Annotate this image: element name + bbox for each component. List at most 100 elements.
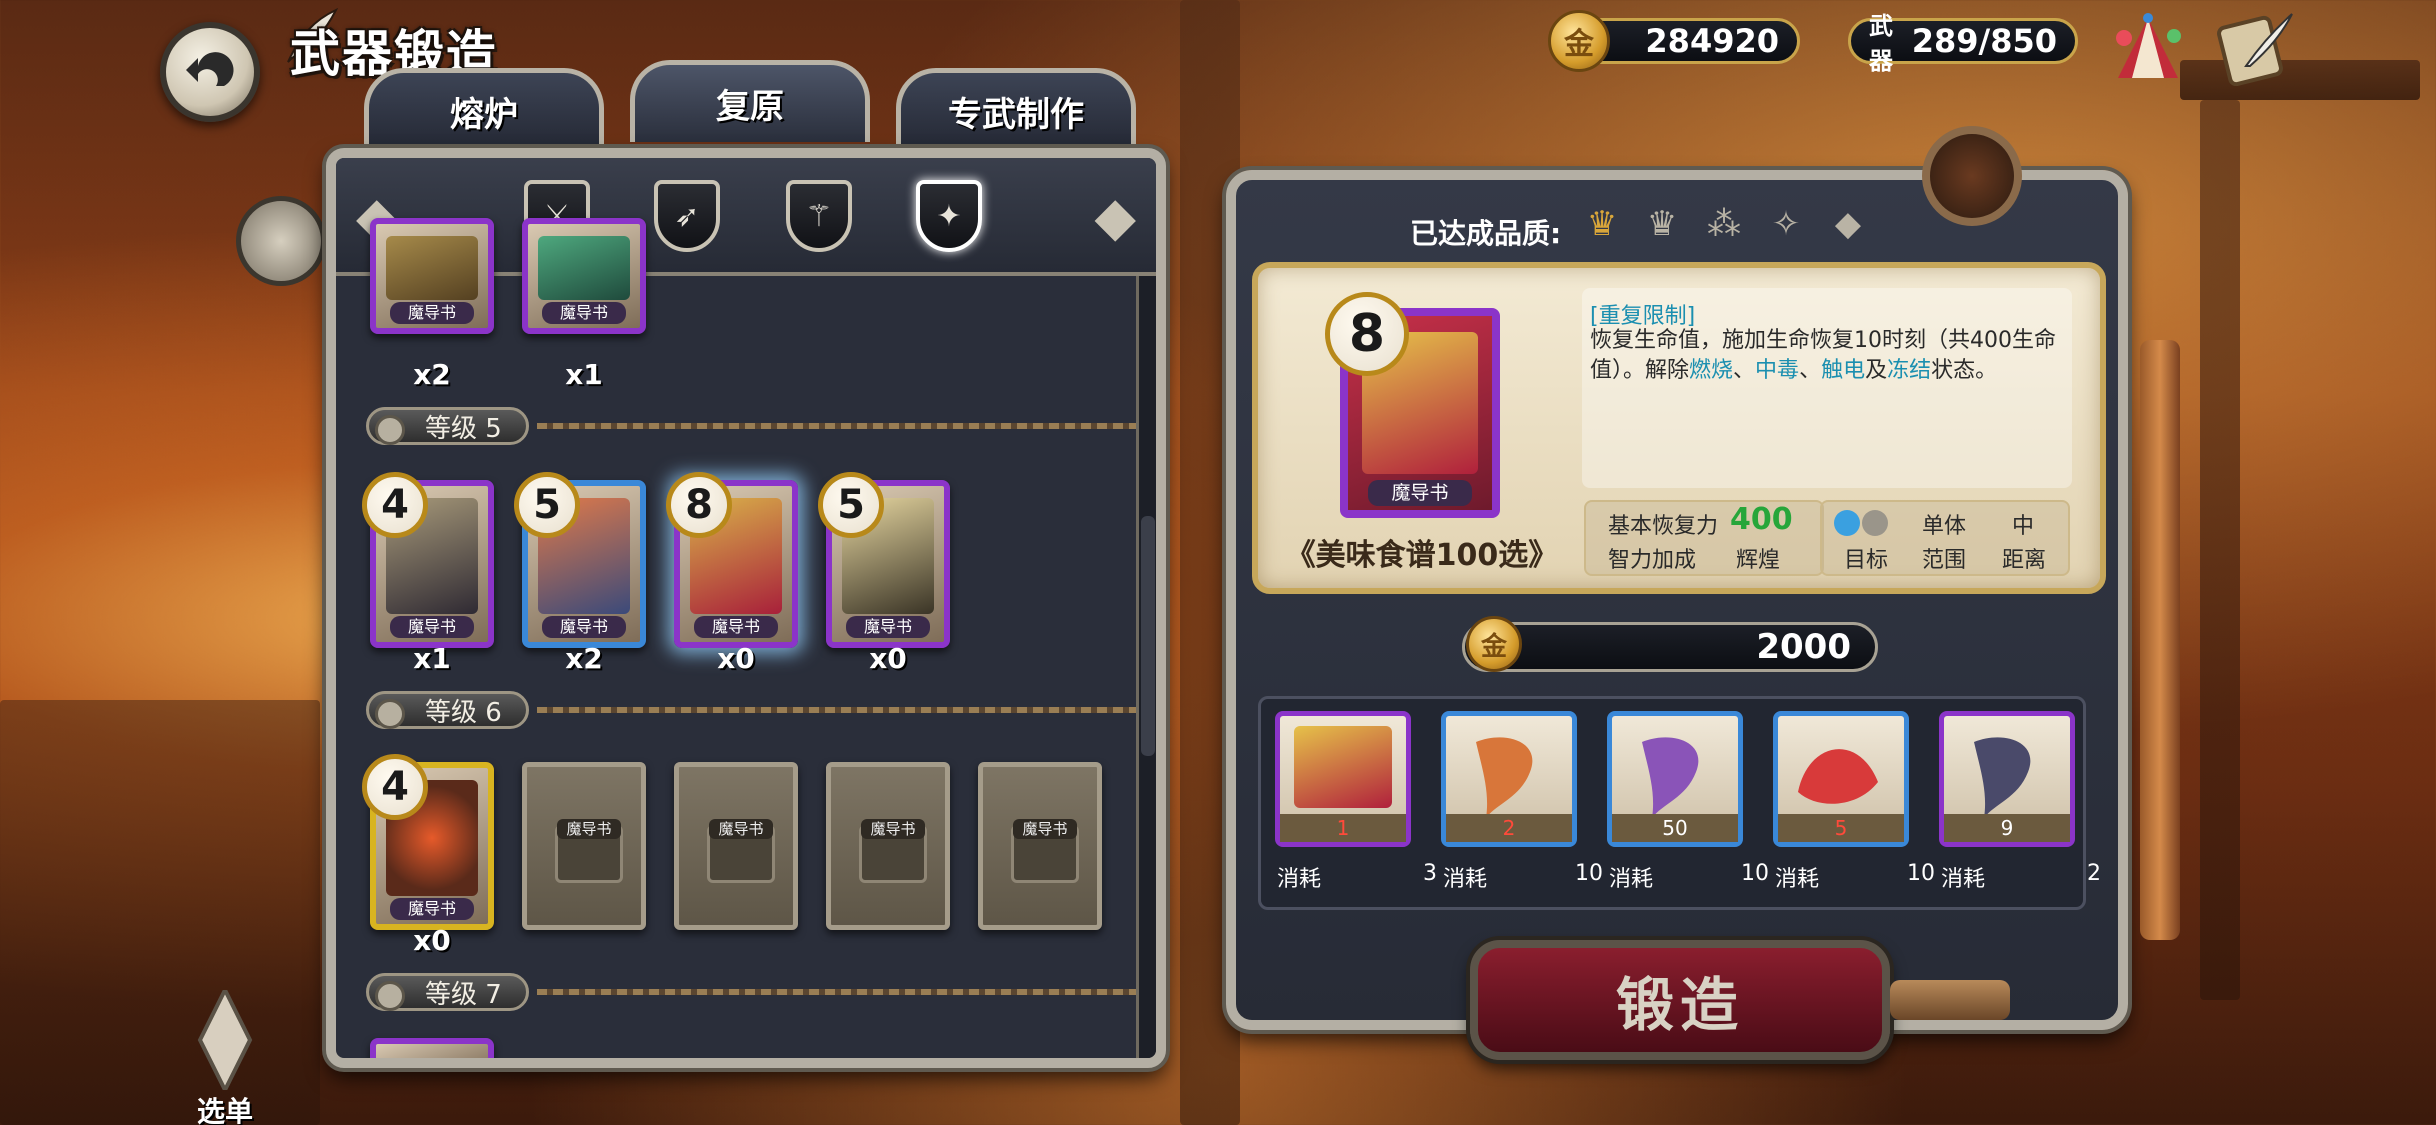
distance-label: 距离: [2002, 548, 2047, 573]
tab-label: 熔炉: [450, 95, 518, 135]
base-recovery-value: 400: [1730, 502, 1793, 537]
locked-card-slot[interactable]: 魔导书: [674, 762, 798, 930]
cost-need: 10: [1575, 861, 1603, 886]
selected-level-badge: 8: [1325, 292, 1409, 376]
filter-grimoire-icon[interactable]: ✦: [916, 180, 982, 252]
cost-label: 消耗: [1609, 867, 1654, 892]
copper-pipe: [1890, 980, 2010, 1020]
chain-divider: [536, 989, 1137, 995]
desc-text: 状态。: [1931, 358, 1998, 383]
grimoire-card[interactable]: 4 魔导书: [362, 472, 494, 648]
circus-tent-icon[interactable]: [2110, 8, 2186, 84]
filter-staff-icon[interactable]: ⚚: [786, 180, 852, 252]
cost-label: 消耗: [1941, 867, 1986, 892]
quality-triple-diamond-icon: ⁂: [1707, 204, 1741, 244]
filter-bow-icon[interactable]: ➶: [654, 180, 720, 252]
grimoire-card[interactable]: 4 魔导书: [362, 754, 494, 930]
weapon-label: 武器: [1869, 12, 1893, 75]
target-ally-icon: [1834, 510, 1860, 536]
list-scrollbar[interactable]: [1136, 276, 1156, 1058]
material-cost: 消耗 10: [1443, 861, 1603, 893]
card-tag: 魔导书: [709, 819, 773, 839]
card-count: x0: [717, 642, 755, 675]
recovery-stats: 基本恢复力 400 智力加成 辉煌: [1584, 500, 1824, 576]
locked-card-slot[interactable]: 魔导书: [978, 762, 1102, 930]
locked-card-slot[interactable]: 魔导书: [826, 762, 950, 930]
grimoire-card[interactable]: 5 魔导书: [818, 472, 950, 648]
quality-crown-silver-icon: ♛: [1646, 204, 1678, 244]
grimoire-card[interactable]: 5 魔导书: [514, 472, 646, 648]
grimoire-card[interactable]: 魔导书: [370, 218, 494, 334]
cost-label: 消耗: [1277, 867, 1322, 892]
card-tag: 魔导书: [694, 616, 778, 638]
quest-scroll-icon[interactable]: [2216, 6, 2296, 87]
level-label: 等级 6: [366, 691, 529, 729]
tab-exclusive-weapon[interactable]: 专武制作: [896, 68, 1136, 150]
cost-label: 消耗: [1443, 867, 1488, 892]
material-slot-feather-purple[interactable]: 50: [1607, 711, 1743, 847]
forge-button[interactable]: 锻造: [1470, 940, 1890, 1060]
forge-cost: 2000: [1462, 622, 1878, 672]
level-label: 等级 7: [366, 973, 529, 1011]
quality-double-diamond-icon: ✧: [1771, 204, 1801, 244]
target-label: 目标: [1844, 548, 1889, 573]
grimoire-card[interactable]: [370, 1038, 494, 1058]
material-slot-scale-red[interactable]: 5: [1773, 711, 1909, 847]
feather-icon: [1974, 737, 2031, 818]
level-badge: 5: [818, 472, 884, 538]
weapon-count: 289/850: [1911, 22, 2057, 60]
cost-need: 3: [1423, 861, 1437, 886]
back-arrow-icon: [186, 52, 234, 86]
material-slot-feather-red[interactable]: 2: [1441, 711, 1577, 847]
level-badge: 4: [362, 472, 428, 538]
card-tag: 魔导书: [390, 616, 474, 638]
grimoire-card-selected[interactable]: 8 魔导书: [666, 472, 798, 648]
quality-crown-gold-icon: ♛: [1586, 204, 1618, 244]
menu-button[interactable]: 选单: [150, 1090, 300, 1125]
int-bonus-label: 智力加成: [1608, 548, 1697, 573]
menu-ornament-icon: [170, 985, 280, 1095]
copper-pipe: [2140, 340, 2180, 940]
tab-restore[interactable]: 复原: [630, 60, 870, 142]
card-count: x2: [413, 358, 451, 391]
material-slot-grimoire[interactable]: 1: [1275, 711, 1411, 847]
cost-need: 2: [2087, 861, 2101, 886]
level-badge: 8: [666, 472, 732, 538]
card-art: [538, 236, 630, 300]
level-label: 等级 5: [366, 407, 529, 445]
level-badge: 4: [362, 754, 428, 820]
tab-furnace[interactable]: 熔炉: [364, 68, 604, 150]
card-tag: 魔导书: [861, 819, 925, 839]
cost-label: 消耗: [1775, 867, 1820, 892]
card-count: x1: [565, 358, 603, 391]
card-tag: 魔导书: [390, 898, 474, 920]
card-tag: 魔导书: [846, 616, 930, 638]
materials-panel: 1 消耗 3 2 消耗 10 50 消耗 10 5 消耗 10 9 消耗 2: [1258, 696, 2101, 910]
target-value: 单体: [1922, 514, 1967, 539]
back-button[interactable]: [160, 22, 260, 122]
gold-amount: 284920: [1645, 22, 1779, 60]
cost-need: 10: [1741, 861, 1769, 886]
card-art: [386, 236, 478, 300]
grimoire-card[interactable]: 魔导书: [522, 218, 646, 334]
quality-label: 已达成品质:: [1410, 217, 1562, 250]
level-7-header: 等级 7: [366, 970, 1137, 1014]
material-slot-feather-dark[interactable]: 9: [1939, 711, 2075, 847]
desc-conjunction: 及: [1865, 358, 1888, 383]
material-cost: 消耗 2: [1941, 861, 2101, 893]
material-owned: 2: [1446, 814, 1572, 842]
card-count: x1: [413, 642, 451, 675]
material-cost: 消耗 10: [1775, 861, 1935, 893]
gold-coin-icon: 金: [1548, 10, 1610, 72]
scroll-thumb[interactable]: [1141, 516, 1155, 756]
scale-icon: [1798, 749, 1878, 804]
card-tag: 魔导书: [390, 302, 474, 324]
material-cost: 消耗 10: [1609, 861, 1769, 893]
locked-card-slot[interactable]: 魔导书: [522, 762, 646, 930]
bg-beam: [2200, 100, 2240, 1000]
level-6-header: 等级 6: [366, 688, 1137, 732]
distance-value: 中: [2012, 514, 2035, 539]
status-poison: 中毒: [1755, 358, 1800, 383]
tab-label: 专武制作: [948, 95, 1084, 135]
filter-right-ornament-icon: ◆: [1094, 185, 1136, 248]
